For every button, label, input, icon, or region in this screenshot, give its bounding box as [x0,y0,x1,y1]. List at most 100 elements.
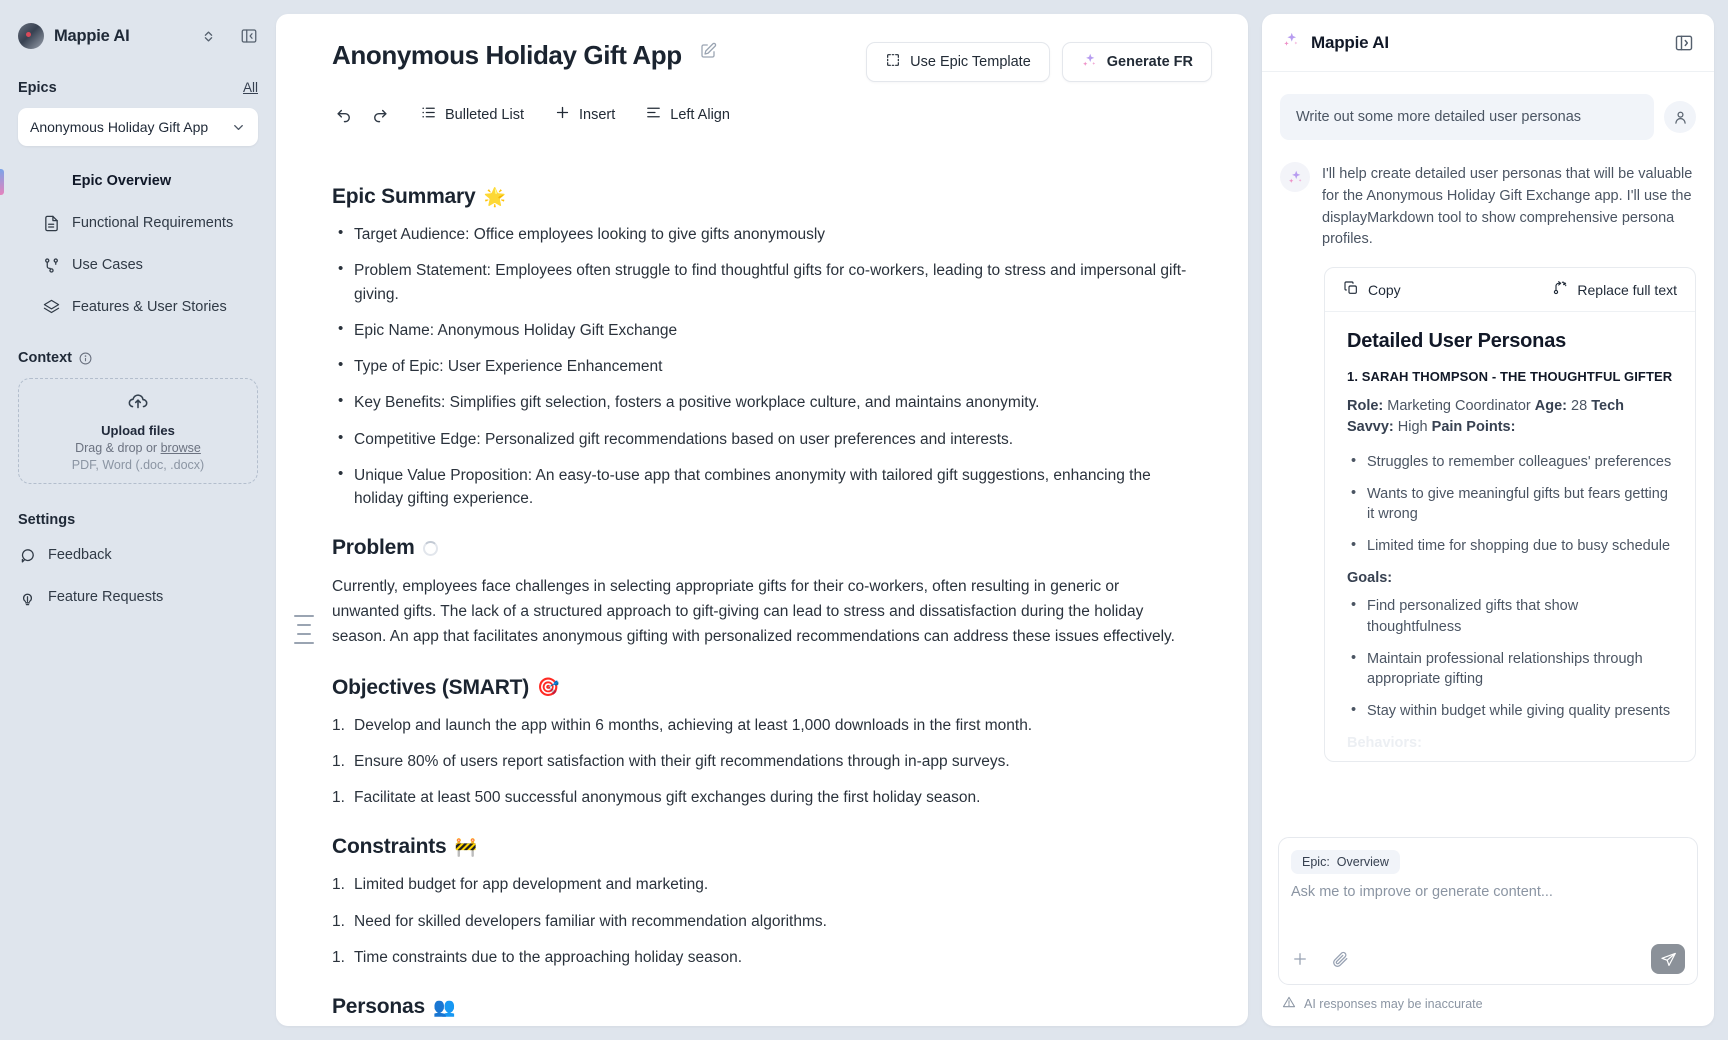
sidebar-item-use-cases[interactable]: Use Cases [18,244,258,286]
epics-section-header: Epics All [18,80,258,96]
sidebar-item-feedback[interactable]: Feedback [18,534,258,576]
redo-icon[interactable] [367,102,392,127]
persona-attributes: Role: Marketing Coordinator Age: 28 Tech… [1347,396,1673,438]
constraints-list: Limited budget for app development and m… [332,873,1188,969]
replace-icon [1552,280,1568,299]
undo-icon[interactable] [332,102,357,127]
assistant-message-row: I'll help create detailed user personas … [1280,162,1696,251]
list-item: Problem Statement: Employees often strug… [332,258,1188,306]
settings-nav: Feedback Feature Requests [18,534,258,618]
copy-label: Copy [1368,281,1401,298]
document-body[interactable]: Epic Summary 🌟 Target Audience: Office e… [276,129,1248,1026]
ai-conversation[interactable]: Write out some more detailed user person… [1262,72,1714,825]
construction-emoji: 🚧 [454,836,477,857]
collapse-sidebar-icon[interactable] [240,27,258,45]
ai-panel-header: Mappie AI [1262,14,1714,72]
list-item: Key Benefits: Simplifies gift selection,… [332,390,1188,414]
send-button[interactable] [1651,944,1685,974]
add-icon[interactable] [1291,950,1309,968]
sparkles-icon [1282,31,1300,54]
copy-button[interactable]: Copy [1343,280,1401,299]
page-title-text: Anonymous Holiday Gift App [332,40,682,70]
section-heading-problem: Problem [332,536,1188,560]
list-item: Type of Epic: User Experience Enhancemen… [332,354,1188,378]
file-dropzone[interactable]: Upload files Drag & drop or browse PDF, … [18,378,258,484]
list-item: Need for skilled developers familiar wit… [332,910,1188,934]
epic-summary-list: Target Audience: Office employees lookin… [332,222,1188,511]
problem-heading-text: Problem [332,536,415,560]
target-emoji: 🎯 [537,677,560,698]
ai-prompt-input[interactable]: Ask me to improve or generate content... [1291,884,1685,944]
settings-label: Settings [18,512,76,528]
list-item: Find personalized gifts that show though… [1347,595,1673,637]
list-item: Unique Value Proposition: An easy-to-use… [332,463,1188,511]
chevron-down-icon [231,120,246,135]
epic-overview-icon [42,172,60,190]
replace-full-text-button[interactable]: Replace full text [1552,280,1677,299]
sidebar-item-features-user-stories[interactable]: Features & User Stories [18,286,258,328]
list-item: Facilitate at least 500 successful anony… [332,786,1188,810]
section-heading-objectives: Objectives (SMART) 🎯 [332,676,1188,700]
layers-icon [42,298,60,316]
markdown-result-card: Copy Replace full text Detailed User Per… [1324,267,1696,763]
pain-points-label: Pain Points: [1431,419,1516,436]
pain-points-list: Struggles to remember colleagues' prefer… [1347,451,1673,556]
left-align-label: Left Align [670,106,730,123]
workspace-switcher-icon[interactable] [201,29,216,44]
markdown-card-actions: Copy Replace full text [1325,268,1695,312]
copy-icon [1343,280,1359,299]
workspace-avatar [18,23,44,49]
generate-fr-button[interactable]: Generate FR [1061,42,1212,82]
age-label: Age: [1534,398,1568,414]
personas-heading-text: Personas [332,995,425,1019]
context-chip[interactable]: Epic: Overview [1291,850,1400,874]
use-epic-template-button[interactable]: Use Epic Template [866,42,1050,82]
constraints-heading-text: Constraints [332,835,447,859]
objectives-list: Develop and launch the app within 6 mont… [332,714,1188,810]
insert-button[interactable]: Insert [552,100,617,129]
behaviors-cutoff-label: Behaviors: [1347,735,1422,752]
document-header: Anonymous Holiday Gift App Use Epic Temp… [276,14,1248,82]
persona-heading: 1. SARAH THOMPSON - THE THOUGHTFUL GIFTE… [1347,369,1673,384]
attachment-icon[interactable] [1331,950,1349,968]
section-heading-constraints: Constraints 🚧 [332,835,1188,859]
star-emoji: 🌟 [483,186,506,207]
markdown-card-body: Detailed User Personas 1. SARAH THOMPSON… [1325,312,1695,761]
ai-disclaimer-text: AI responses may be inaccurate [1304,996,1483,1011]
list-item: Wants to give meaningful gifts but fears… [1347,483,1673,525]
ai-composer[interactable]: Epic: Overview Ask me to improve or gene… [1278,837,1698,985]
edit-title-icon[interactable] [699,42,717,60]
loading-spinner-icon [422,540,438,556]
list-item: Target Audience: Office employees lookin… [332,222,1188,246]
sidebar-item-feature-requests[interactable]: Feature Requests [18,576,258,618]
sidebar-item-label: Feature Requests [48,589,164,605]
list-item: Stay within budget while giving quality … [1347,700,1673,722]
browse-link[interactable]: browse [161,441,201,455]
dropzone-title: Upload files [101,422,175,438]
goals-list: Find personalized gifts that show though… [1347,595,1673,722]
context-chip-value: Overview [1336,855,1389,869]
sidebar-item-functional-requirements[interactable]: Functional Requirements [18,202,258,244]
info-icon[interactable] [79,352,92,365]
document-panel: Anonymous Holiday Gift App Use Epic Temp… [276,14,1248,1026]
insert-label: Insert [579,106,616,123]
document-actions: Use Epic Template Generate FR [866,40,1212,82]
left-align-button[interactable]: Left Align [643,100,732,129]
sidebar-item-label: Features & User Stories [72,299,227,315]
sidebar-item-epic-overview[interactable]: Epic Overview [0,160,258,202]
composer-footer [1291,944,1685,974]
sidebar-item-label: Use Cases [72,257,143,273]
epics-all-link[interactable]: All [243,80,258,95]
epic-selector[interactable]: Anonymous Holiday Gift App [18,108,258,146]
sidebar-header: Mappie AI [18,0,258,58]
problem-paragraph: Currently, employees face challenges in … [332,578,1175,646]
age-value: 28 [1571,398,1588,414]
objectives-heading-text: Objectives (SMART) [332,675,530,699]
expand-panel-icon[interactable] [1674,33,1694,53]
sidebar-nav: Epic Overview Functional Requirements Us… [0,160,258,328]
bulleted-list-button[interactable]: Bulleted List [418,100,526,129]
block-drag-handle[interactable] [294,615,314,644]
bulleted-list-icon [420,104,437,125]
use-epic-template-label: Use Epic Template [910,54,1031,70]
list-item: Struggles to remember colleagues' prefer… [1347,451,1673,473]
